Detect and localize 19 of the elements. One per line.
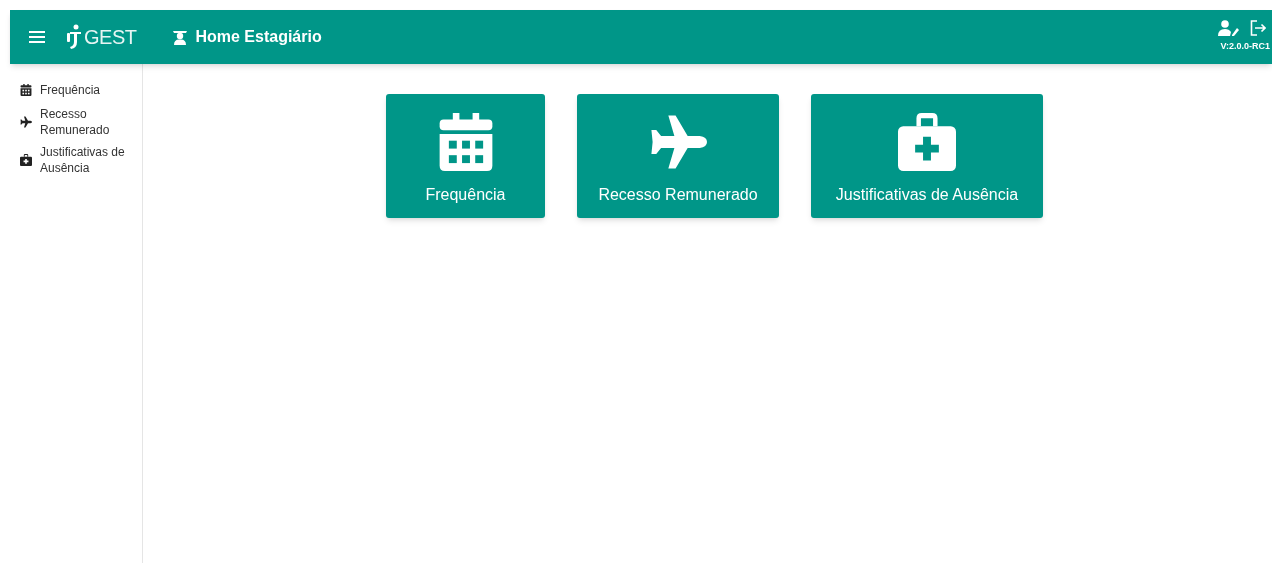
airplane-icon <box>649 113 707 171</box>
page-title: Home Estagiário <box>195 27 322 47</box>
menu-card[interactable]: Justificativas de Ausência <box>811 94 1043 218</box>
logout-icon[interactable] <box>1250 20 1266 37</box>
airplane-icon <box>20 116 32 128</box>
medkit-icon <box>898 113 956 171</box>
logo-text: GEST <box>84 25 137 50</box>
calendar-icon <box>20 84 32 96</box>
medkit-icon <box>20 154 32 166</box>
menu-card[interactable]: Frequência <box>386 94 545 218</box>
sidebar-item[interactable]: Justificativas de Ausência <box>20 144 142 176</box>
runner-logo-icon <box>67 24 83 50</box>
menu-icon[interactable] <box>29 31 45 43</box>
sidebar-item[interactable]: Frequência <box>20 80 142 100</box>
graduate-icon <box>172 29 189 45</box>
menu-card[interactable]: Recesso Remunerado <box>577 94 779 218</box>
version-text: V:2.0.0-RC1 <box>1220 40 1270 54</box>
sidebar-item[interactable]: Recesso Remunerado <box>20 106 142 138</box>
user-edit-icon[interactable] <box>1218 20 1240 37</box>
